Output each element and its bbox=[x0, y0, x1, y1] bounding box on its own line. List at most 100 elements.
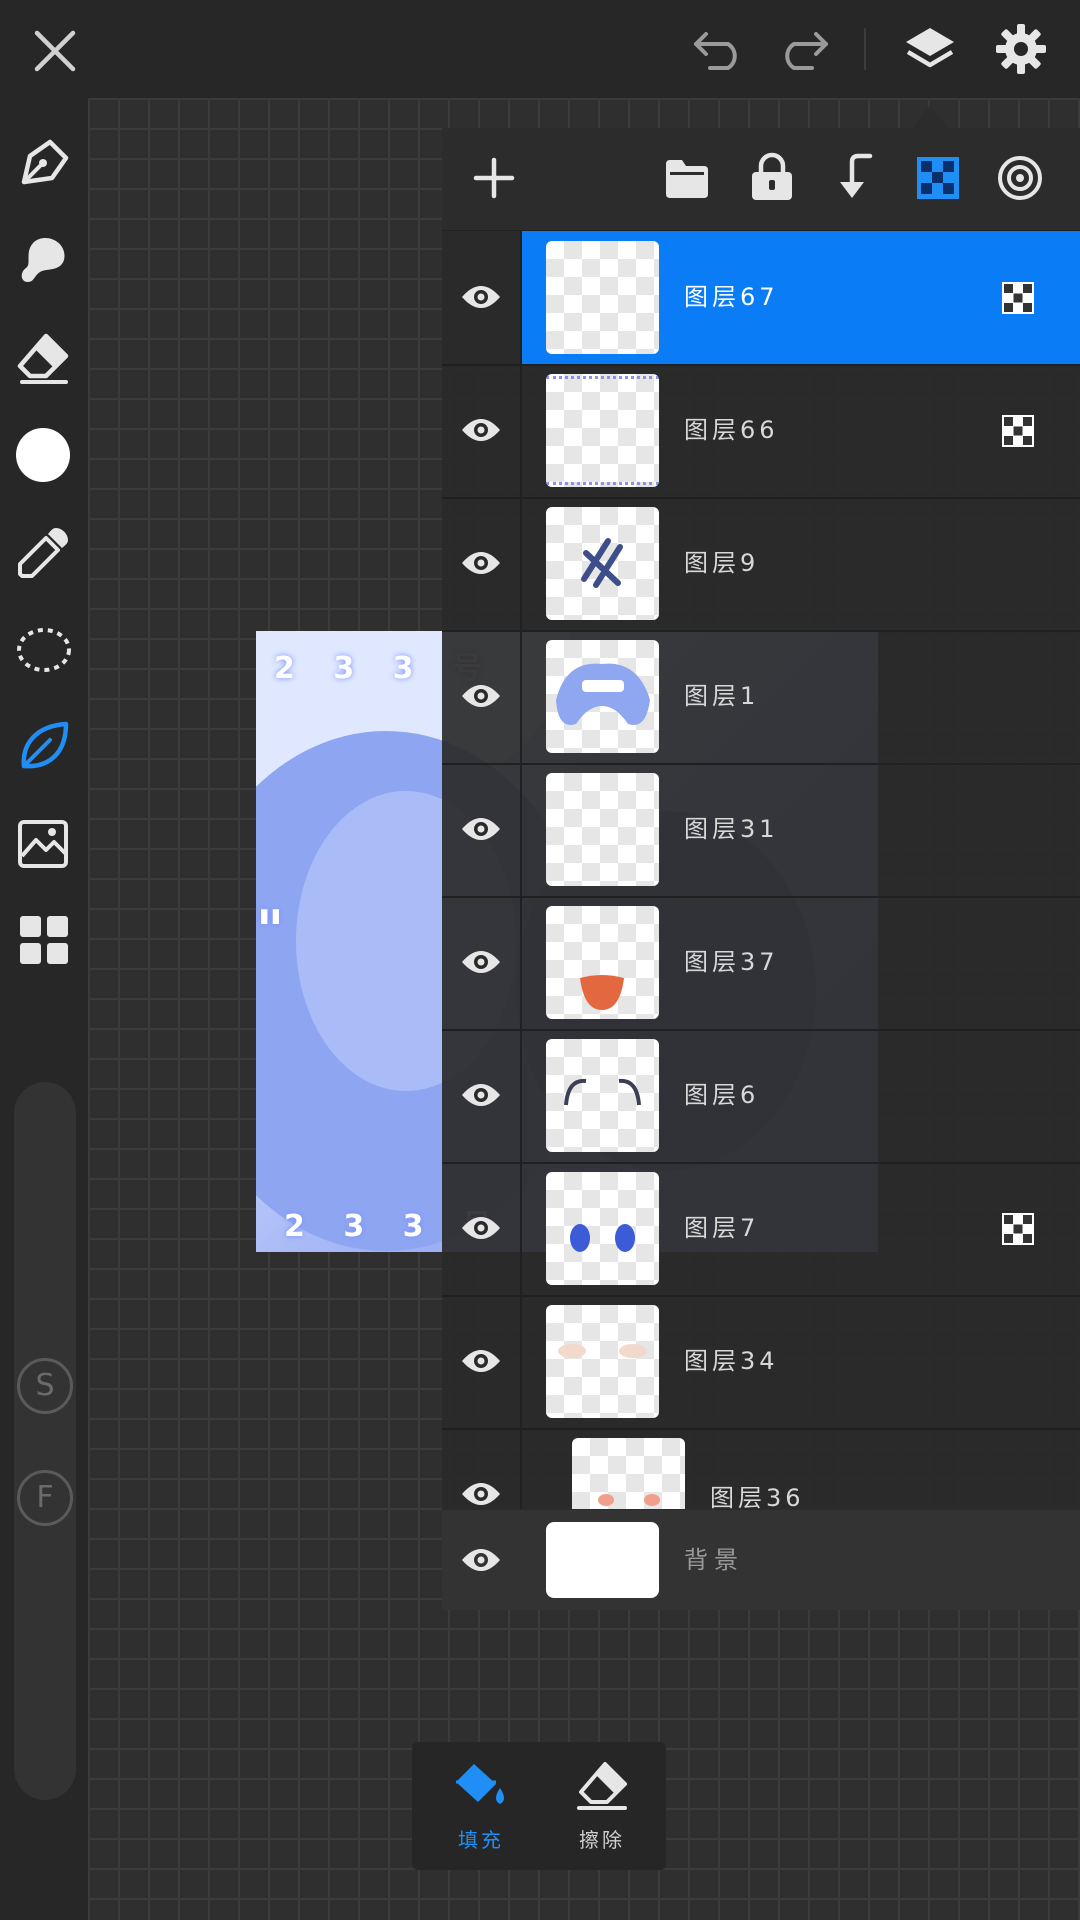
thumb-art bbox=[581, 538, 623, 588]
layer-row[interactable]: 图层37 bbox=[442, 896, 1080, 1031]
eye-icon[interactable] bbox=[460, 1345, 502, 1377]
layer-name: 图层36 bbox=[710, 1484, 805, 1509]
layer-name: 图层7 bbox=[684, 1214, 760, 1242]
layer-name: 图层6 bbox=[684, 1081, 760, 1109]
eye-column bbox=[442, 763, 522, 896]
background-thumbnail bbox=[546, 1522, 659, 1598]
eye-icon[interactable] bbox=[460, 414, 502, 446]
layers-icon[interactable] bbox=[902, 22, 958, 78]
layer-name: 图层67 bbox=[684, 283, 779, 311]
leaf-brush-icon[interactable] bbox=[16, 718, 72, 774]
layer-name: 图层66 bbox=[684, 416, 779, 444]
layer-row[interactable]: 图层66 bbox=[442, 364, 1080, 499]
layer-name: 图层9 bbox=[684, 549, 760, 577]
thumb-art bbox=[570, 1224, 635, 1252]
eye-column bbox=[442, 1295, 522, 1428]
redo-icon[interactable] bbox=[774, 26, 830, 72]
settings-icon[interactable] bbox=[994, 22, 1048, 76]
radial-icon[interactable] bbox=[996, 154, 1044, 202]
layer-thumbnail bbox=[546, 773, 659, 886]
layer-thumbnail bbox=[546, 1305, 659, 1418]
eye-icon[interactable] bbox=[460, 1079, 502, 1111]
eye-column bbox=[442, 896, 522, 1029]
alpha-lock-badge-icon bbox=[1002, 1213, 1034, 1245]
eraser-tool-icon[interactable] bbox=[16, 330, 72, 386]
add-layer-icon[interactable] bbox=[472, 156, 516, 200]
merge-down-icon[interactable] bbox=[834, 152, 878, 204]
fill-button[interactable]: 填充 bbox=[412, 1742, 539, 1870]
alpha-lock-badge-icon bbox=[1002, 415, 1034, 447]
eye-icon[interactable] bbox=[460, 1212, 502, 1244]
eye-column bbox=[442, 497, 522, 630]
undo-icon[interactable] bbox=[692, 26, 748, 72]
eye-icon[interactable] bbox=[460, 946, 502, 978]
eye-column bbox=[442, 1162, 522, 1295]
thumb-art bbox=[556, 663, 650, 725]
layer-thumbnail bbox=[546, 906, 659, 1019]
layer-row[interactable]: 图层1 bbox=[442, 630, 1080, 765]
thumb-border-art bbox=[546, 376, 659, 385]
layer-list[interactable]: 图层67 图层66 图层9 图层1 图层31 图层37 图层6 图层7 图层34… bbox=[442, 231, 1080, 1509]
layer-row[interactable]: 图层31 bbox=[442, 763, 1080, 898]
eye-icon[interactable] bbox=[460, 1544, 502, 1576]
alpha-lock-icon[interactable] bbox=[916, 156, 960, 200]
paint-bucket-icon bbox=[456, 1764, 504, 1804]
layer-row[interactable]: 图层9 bbox=[442, 497, 1080, 632]
lock-icon[interactable] bbox=[750, 152, 794, 202]
thumb-border-art bbox=[546, 476, 659, 485]
folder-icon[interactable] bbox=[664, 156, 710, 200]
close-icon[interactable] bbox=[30, 26, 80, 76]
layer-thumbnail bbox=[572, 1438, 685, 1509]
fill-label: 填充 bbox=[458, 1828, 504, 1852]
brush-size-slider[interactable]: S F bbox=[14, 1082, 76, 1800]
opacity-slider-knob[interactable]: F bbox=[17, 1470, 73, 1526]
eye-icon[interactable] bbox=[460, 547, 502, 579]
eye-column bbox=[442, 231, 522, 364]
thumb-art bbox=[598, 1494, 660, 1506]
size-slider-knob[interactable]: S bbox=[17, 1358, 73, 1414]
alpha-lock-badge-icon bbox=[1002, 282, 1034, 314]
lasso-select-icon[interactable] bbox=[14, 622, 74, 678]
layer-row[interactable]: 图层34 bbox=[442, 1295, 1080, 1430]
layer-row[interactable]: 图层6 bbox=[442, 1029, 1080, 1164]
layer-thumbnail bbox=[546, 1039, 659, 1152]
layer-thumbnail bbox=[546, 507, 659, 620]
erase-label: 擦除 bbox=[579, 1828, 625, 1852]
eye-column bbox=[442, 364, 522, 497]
erase-button[interactable]: 擦除 bbox=[539, 1742, 666, 1870]
image-import-icon[interactable] bbox=[16, 816, 72, 872]
layer-thumbnail bbox=[546, 1172, 659, 1285]
toolbar-divider bbox=[864, 28, 866, 70]
eye-column bbox=[442, 630, 522, 763]
gallery-grid-icon[interactable] bbox=[18, 914, 70, 966]
eye-icon[interactable] bbox=[460, 680, 502, 712]
thumb-art bbox=[564, 1078, 641, 1106]
eyedropper-tool-icon[interactable] bbox=[16, 524, 72, 580]
eye-column bbox=[442, 1029, 522, 1162]
smudge-tool-icon[interactable] bbox=[16, 232, 72, 288]
layer-name: 图层31 bbox=[684, 815, 779, 843]
layer-thumbnail bbox=[546, 640, 659, 753]
fill-erase-toolbar: 填充 擦除 bbox=[412, 1742, 666, 1870]
art-quote: " bbox=[256, 899, 299, 962]
layer-thumbnail bbox=[546, 374, 659, 487]
color-swatch[interactable] bbox=[16, 428, 70, 482]
panel-pointer bbox=[912, 106, 948, 128]
eraser-icon bbox=[577, 1762, 627, 1810]
eye-icon[interactable] bbox=[460, 1478, 502, 1509]
layer-row[interactable]: 图层67 bbox=[442, 231, 1080, 366]
layer-name: 图层34 bbox=[684, 1347, 779, 1375]
background-layer-name: 背景 bbox=[684, 1546, 744, 1574]
eye-icon[interactable] bbox=[460, 813, 502, 845]
layer-name: 图层1 bbox=[684, 682, 760, 710]
layer-name: 图层37 bbox=[684, 948, 779, 976]
background-layer-row[interactable]: 背景 bbox=[442, 1510, 1080, 1610]
thumb-art bbox=[558, 1344, 647, 1358]
top-bar bbox=[0, 0, 1080, 98]
layer-thumbnail bbox=[546, 241, 659, 354]
layer-row[interactable]: 图层36 bbox=[442, 1428, 1080, 1509]
pen-tool-icon[interactable] bbox=[16, 136, 72, 192]
layer-row[interactable]: 图层7 bbox=[442, 1162, 1080, 1297]
eye-icon[interactable] bbox=[460, 281, 502, 313]
eye-column bbox=[442, 1428, 522, 1509]
